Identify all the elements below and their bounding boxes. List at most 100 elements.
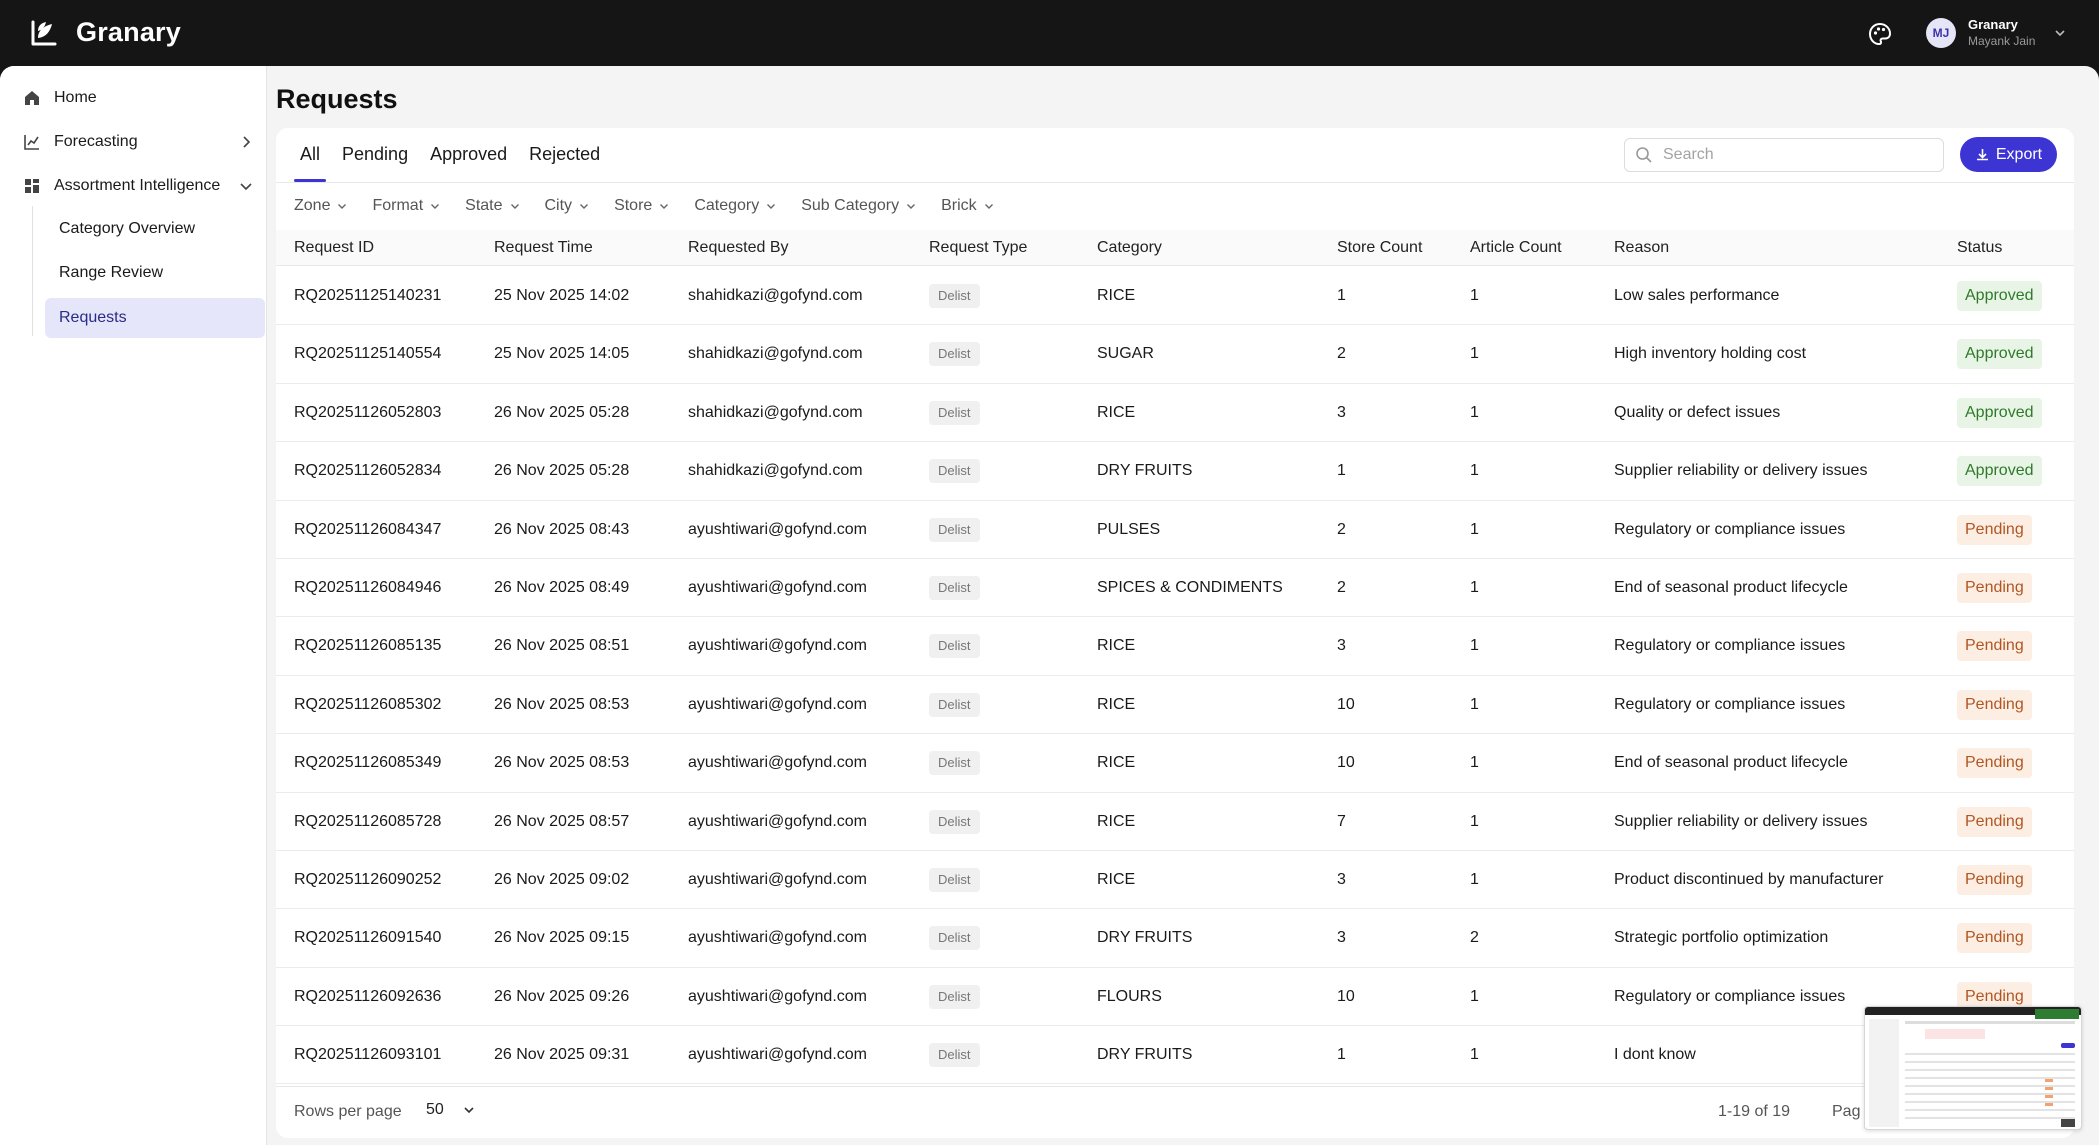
sidebar-item-assortment[interactable]: Assortment Intelligence — [22, 168, 220, 204]
cell-reason: I dont know — [1614, 1046, 1696, 1064]
status-badge: Approved — [1957, 281, 2042, 311]
table-row[interactable]: RQ20251126085349 26 Nov 2025 08:53 ayushti… — [276, 734, 2074, 793]
cell-requested-by: ayushtiwari@gofynd.com — [688, 929, 867, 947]
sidebar-item-category-overview[interactable]: Category Overview — [45, 209, 265, 249]
cell-reason: Regulatory or compliance issues — [1614, 637, 1846, 655]
chevron-down-icon — [660, 204, 669, 209]
filter-store[interactable]: Store — [614, 197, 670, 215]
submenu-line — [32, 206, 33, 336]
request-type-badge: Delist — [929, 809, 980, 834]
thumbnail-preview-icon — [1865, 1007, 2081, 1127]
filter-city[interactable]: City — [545, 197, 591, 215]
cell-reason: Regulatory or compliance issues — [1614, 987, 1846, 1005]
column-header[interactable]: Request Time — [494, 230, 593, 266]
cell-requested-by: shahidkazi@gofynd.com — [688, 403, 863, 421]
cell-request-time: 26 Nov 2025 05:28 — [494, 462, 630, 480]
sidebar-item-forecasting[interactable]: Forecasting — [22, 124, 138, 160]
filter-sub-category[interactable]: Sub Category — [801, 197, 917, 215]
app-shell: Home Forecasting Assortment Intelligence… — [0, 66, 2099, 1145]
cell-article-count: 1 — [1470, 345, 1479, 363]
table-row[interactable]: RQ20251126090252 26 Nov 2025 09:02 ayushti… — [276, 851, 2074, 910]
filter-state[interactable]: State — [465, 197, 520, 215]
cell-request-id: RQ20251126085302 — [294, 695, 442, 713]
cell-category: RICE — [1097, 403, 1136, 421]
user-org: Granary — [1968, 17, 2018, 32]
sidebar-item-label: Assortment Intelligence — [54, 177, 221, 194]
pagination-range: 1-19 of 19 — [1718, 1103, 1791, 1120]
cell-article-count: 2 — [1470, 929, 1479, 947]
cell-requested-by: shahidkazi@gofynd.com — [688, 345, 863, 363]
cell-reason: High inventory holding cost — [1614, 345, 1807, 363]
column-header[interactable]: Category — [1097, 230, 1162, 266]
column-header[interactable]: Request ID — [294, 230, 374, 266]
column-header[interactable]: Store Count — [1337, 230, 1422, 266]
status-badge: Pending — [1957, 864, 2032, 895]
table-row[interactable]: RQ20251126084347 26 Nov 2025 08:43 ayushti… — [276, 501, 2074, 559]
table-row[interactable]: RQ20251126084946 26 Nov 2025 08:49 ayushti… — [276, 559, 2074, 618]
table-row[interactable]: RQ20251126092636 26 Nov 2025 09:26 ayushti… — [276, 968, 2074, 1027]
tab-pending[interactable]: Pending — [340, 128, 410, 182]
chevron-down-icon — [431, 204, 440, 209]
request-type-badge: Delist — [929, 692, 980, 717]
cell-requested-by: ayushtiwari@gofynd.com — [688, 870, 867, 888]
pagination-bar: Rows per page 50 1-19 of 19 Pag — [276, 1086, 2074, 1138]
filter-brick[interactable]: Brick — [941, 197, 995, 215]
export-button[interactable]: Export — [1960, 137, 2057, 172]
table-row[interactable]: RQ20251126085135 26 Nov 2025 08:51 ayushti… — [276, 617, 2074, 676]
cell-store-count: 1 — [1337, 287, 1346, 304]
cell-category: RICE — [1097, 287, 1136, 304]
cell-request-id: RQ20251126085728 — [294, 812, 442, 830]
cell-request-id: RQ20251126092636 — [294, 987, 442, 1005]
tab-rejected[interactable]: Rejected — [527, 128, 602, 182]
cell-request-id: RQ20251126091540 — [294, 929, 442, 947]
cell-article-count: 1 — [1470, 870, 1479, 888]
sidebar-item-home[interactable]: Home — [22, 80, 97, 116]
status-badge: Pending — [1957, 806, 2032, 837]
user-menu[interactable]: MJ Granary Mayank Jain — [1926, 17, 2067, 49]
sidebar-item-range-review[interactable]: Range Review — [45, 253, 265, 293]
cell-request-id: RQ20251125140554 — [294, 345, 442, 363]
table-row[interactable]: RQ20251126052803 26 Nov 2025 05:28 shahidk… — [276, 384, 2074, 443]
cell-request-id: RQ20251125140231 — [294, 287, 442, 304]
cell-article-count: 1 — [1470, 695, 1479, 713]
table-row[interactable]: RQ20251126091540 26 Nov 2025 09:15 ayushti… — [276, 909, 2074, 968]
table-row[interactable]: RQ20251125140554 25 Nov 2025 14:05 shahidk… — [276, 325, 2074, 384]
filter-category[interactable]: Category — [694, 197, 777, 215]
cell-requested-by: ayushtiwari@gofynd.com — [688, 695, 867, 713]
table-row[interactable]: RQ20251126085302 26 Nov 2025 08:53 ayushti… — [276, 676, 2074, 735]
table-row[interactable]: RQ20251126085728 26 Nov 2025 08:57 ayushti… — [276, 793, 2074, 851]
cell-article-count: 1 — [1470, 637, 1479, 655]
column-header[interactable]: Article Count — [1470, 230, 1562, 266]
cell-request-id: RQ20251126052834 — [294, 462, 442, 480]
chevron-down-icon — [984, 204, 993, 209]
column-header[interactable]: Request Type — [929, 230, 1027, 266]
sidebar: Home Forecasting Assortment Intelligence… — [0, 66, 267, 1145]
table-row[interactable]: RQ20251126093101 26 Nov 2025 09:31 ayushti… — [276, 1026, 2074, 1085]
cell-request-time: 26 Nov 2025 08:53 — [494, 754, 630, 772]
table-row[interactable]: RQ20251125140231 25 Nov 2025 14:02 shahidk… — [276, 267, 2074, 326]
sidebar-item-label: Home — [54, 89, 97, 106]
filter-zone[interactable]: Zone — [294, 197, 348, 215]
sidebar-item-requests[interactable]: Requests — [45, 298, 265, 338]
column-header[interactable]: Requested By — [688, 230, 789, 266]
column-header[interactable]: Reason — [1614, 230, 1669, 266]
request-type-badge: Delist — [929, 517, 980, 542]
search-input[interactable] — [1663, 146, 1923, 164]
table-row[interactable]: RQ20251126052834 26 Nov 2025 05:28 shahidk… — [276, 442, 2074, 501]
brand[interactable]: Granary — [28, 17, 181, 48]
screen-thumbnail[interactable] — [1864, 1006, 2082, 1130]
cell-store-count: 1 — [1337, 462, 1346, 480]
chevron-down-icon — [510, 204, 519, 209]
column-header[interactable]: Status — [1957, 230, 2002, 266]
table-header: Request ID Request Time Requested By Req… — [276, 230, 2074, 266]
chevron-down-icon[interactable] — [238, 178, 254, 194]
tab-all[interactable]: All — [293, 128, 327, 182]
tab-approved[interactable]: Approved — [428, 128, 509, 182]
filter-format[interactable]: Format — [372, 197, 441, 215]
rows-per-page-select[interactable]: 50 — [426, 1101, 476, 1119]
cell-article-count: 1 — [1470, 578, 1479, 596]
palette-icon[interactable] — [1866, 20, 1894, 48]
chevron-right-icon[interactable] — [238, 134, 254, 150]
sidebar-item-label: Forecasting — [54, 133, 138, 150]
cell-store-count: 10 — [1337, 987, 1355, 1005]
